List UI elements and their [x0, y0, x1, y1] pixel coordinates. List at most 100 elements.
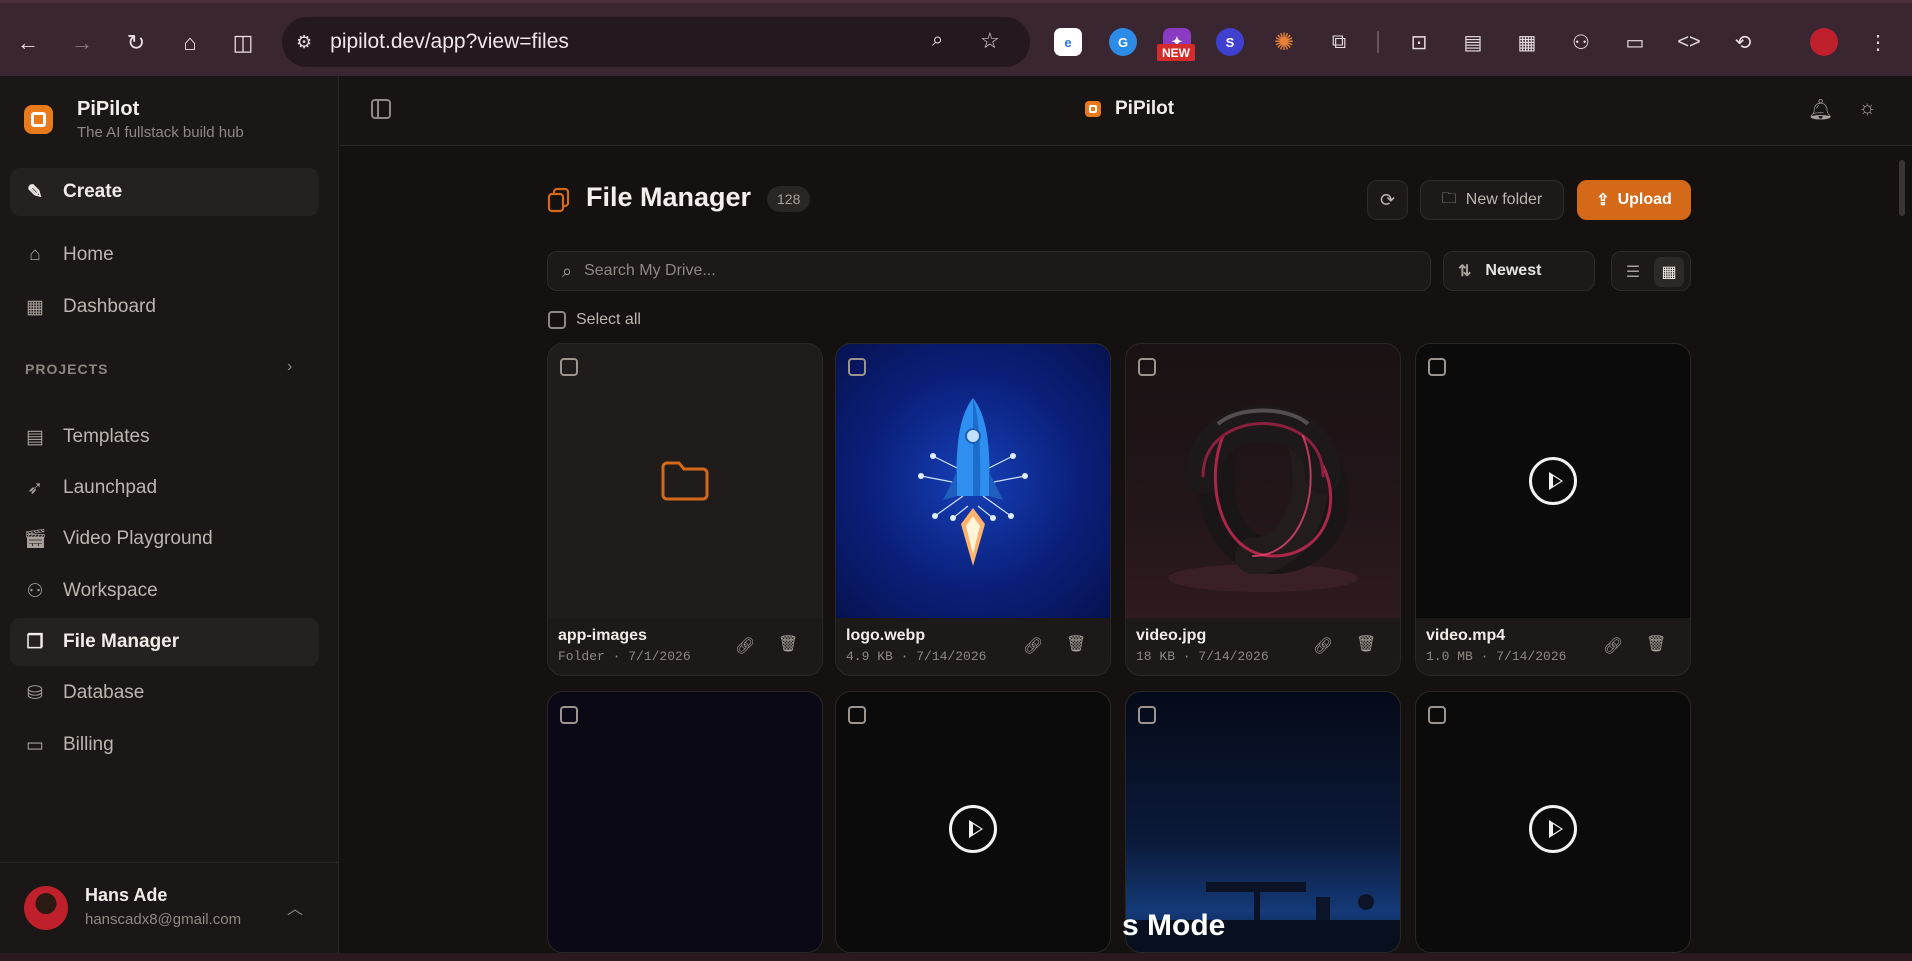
video-thumbnail: [1416, 344, 1690, 618]
upload-label: Upload: [1617, 191, 1672, 208]
play-icon[interactable]: [1529, 457, 1577, 505]
file-checkbox[interactable]: [1138, 358, 1156, 376]
file-card[interactable]: [1415, 691, 1691, 953]
file-meta: video.mp4 1.0 MB · 7/14/2026 🔗︎ 🗑︎: [1416, 618, 1690, 675]
video-thumbnail: [836, 692, 1110, 952]
clapper-icon: 🎬︎: [22, 529, 48, 550]
bookmark-star-icon[interactable]: ☆: [980, 28, 1000, 54]
address-bar[interactable]: ⚙ pipilot.dev/app?view=files ⌕ ☆: [282, 17, 1030, 67]
site-info-icon[interactable]: ⚙: [296, 32, 312, 53]
file-card[interactable]: video.jpg 18 KB · 7/14/2026 🔗︎ 🗑︎: [1125, 343, 1401, 676]
zoom-icon[interactable]: ⌕: [932, 29, 943, 52]
rocket-image: [918, 398, 1028, 566]
sidebar-item-billing[interactable]: ▭ Billing: [10, 721, 319, 769]
file-card[interactable]: [835, 691, 1111, 953]
file-card[interactable]: logo.webp 4.9 KB · 7/14/2026 🔗︎ 🗑︎: [835, 343, 1111, 676]
sidebar-item-launchpad[interactable]: ➶ Launchpad: [10, 464, 319, 512]
link-icon[interactable]: 🔗︎: [1603, 636, 1623, 656]
file-card[interactable]: [547, 691, 823, 953]
sidebar-item-label: Home: [63, 244, 114, 265]
extension-5-icon[interactable]: ✺: [1270, 28, 1298, 56]
sidebar-item-dashboard[interactable]: ▦ Dashboard: [10, 283, 319, 331]
chevron-up-icon[interactable]: ︿: [287, 895, 303, 919]
avatar[interactable]: [24, 886, 68, 930]
file-checkbox[interactable]: [1428, 706, 1446, 724]
link-icon[interactable]: 🔗︎: [735, 636, 755, 656]
screenshot-icon[interactable]: ⊡: [1405, 28, 1433, 56]
file-name: logo.webp: [846, 627, 926, 644]
file-checkbox[interactable]: [560, 358, 578, 376]
new-folder-button[interactable]: 🗀︎ New folder: [1420, 180, 1564, 220]
card-icon: ▭: [26, 734, 44, 756]
file-checkbox[interactable]: [1428, 358, 1446, 376]
extension-4-icon[interactable]: S: [1216, 28, 1244, 56]
scrollbar[interactable]: [1899, 160, 1905, 216]
select-all[interactable]: Select all: [548, 311, 641, 329]
home-icon[interactable]: ⌂: [176, 29, 204, 57]
sidebar-item-database[interactable]: ⛁ Database: [10, 669, 319, 717]
grid-view-icon[interactable]: ▦: [1654, 257, 1684, 287]
file-checkbox[interactable]: [560, 706, 578, 724]
extension-1-icon[interactable]: e: [1054, 28, 1082, 56]
list-view-icon[interactable]: ☰: [1618, 257, 1648, 287]
devtools-icon[interactable]: <>: [1675, 28, 1703, 56]
file-checkbox[interactable]: [848, 706, 866, 724]
new-folder-label: New folder: [1465, 191, 1543, 208]
sidebar-item-label: Billing: [63, 734, 114, 755]
browser-toolbar: ← → ↻ ⌂ ◫ ⚙ pipilot.dev/app?view=files ⌕…: [0, 0, 1912, 76]
sidebar-item-create[interactable]: ✎ Create: [10, 168, 319, 216]
sort-select[interactable]: ⇅ Newest: [1443, 251, 1595, 291]
sort-label: Newest: [1485, 262, 1542, 279]
image-thumbnail: [836, 344, 1110, 618]
sidebar-item-video-playground[interactable]: 🎬︎ Video Playground: [10, 515, 319, 563]
trash-icon[interactable]: 🗑︎: [1646, 634, 1666, 654]
sidebar-item-home[interactable]: ⌂ Home: [10, 231, 319, 279]
device-icon[interactable]: ▭: [1621, 28, 1649, 56]
files-icon: ❐: [26, 631, 44, 653]
file-card[interactable]: video.mp4 1.0 MB · 7/14/2026 🔗︎ 🗑︎: [1415, 343, 1691, 676]
image-thumbnail: [548, 692, 822, 952]
trash-icon[interactable]: 🗑︎: [1066, 634, 1086, 654]
link-icon[interactable]: 🔗︎: [1313, 636, 1333, 656]
qr-code-icon[interactable]: ▦: [1513, 28, 1541, 56]
trash-icon[interactable]: 🗑︎: [778, 634, 798, 654]
upload-button[interactable]: ⇪ Upload: [1577, 180, 1691, 220]
menu-dots-icon[interactable]: ⋮: [1864, 28, 1892, 56]
folder-thumbnail: [548, 344, 822, 618]
extensions-puzzle-icon[interactable]: ⧉: [1325, 28, 1353, 56]
file-count-badge: 128: [767, 186, 811, 212]
theme-sun-icon[interactable]: ☼: [1858, 97, 1876, 120]
refresh-button[interactable]: ⟳: [1367, 180, 1408, 220]
select-all-checkbox[interactable]: [548, 311, 566, 329]
sidebar-item-file-manager[interactable]: ❐ File Manager: [10, 618, 319, 666]
chevron-right-icon[interactable]: ›: [287, 358, 292, 376]
profile-avatar[interactable]: [1810, 28, 1838, 56]
search-input[interactable]: ⌕ Search My Drive...: [547, 251, 1431, 291]
projects-heading: PROJECTS: [25, 361, 109, 377]
forward-icon[interactable]: →: [68, 29, 96, 57]
reading-mode-icon[interactable]: ▤: [1459, 28, 1487, 56]
bell-icon[interactable]: 🔔︎: [1808, 97, 1833, 122]
new-badge: NEW: [1157, 44, 1195, 61]
play-icon[interactable]: [949, 805, 997, 853]
link-icon[interactable]: 🔗︎: [1023, 636, 1043, 656]
url-text: pipilot.dev/app?view=files: [330, 30, 569, 53]
split-view-icon[interactable]: ◫: [229, 29, 257, 57]
trash-icon[interactable]: 🗑︎: [1356, 634, 1376, 654]
file-card[interactable]: app-images Folder · 7/1/2026 🔗︎ 🗑︎: [547, 343, 823, 676]
history-icon[interactable]: ⟲: [1729, 28, 1757, 56]
sidebar-toggle-icon[interactable]: [371, 99, 391, 119]
sidebar-item-workspace[interactable]: ⚇ Workspace: [10, 567, 319, 615]
sidebar-item-label: Dashboard: [63, 296, 156, 317]
back-icon[interactable]: ←: [14, 29, 42, 57]
file-checkbox[interactable]: [848, 358, 866, 376]
incognito-icon[interactable]: ⚇: [1567, 28, 1595, 56]
window-bottom-edge: [0, 953, 1912, 961]
file-info: 18 KB · 7/14/2026: [1136, 649, 1269, 664]
reload-icon[interactable]: ↻: [122, 29, 150, 57]
extension-2-icon[interactable]: G: [1109, 28, 1137, 56]
file-checkbox[interactable]: [1138, 706, 1156, 724]
sidebar-item-templates[interactable]: ▤ Templates: [10, 413, 319, 461]
play-icon[interactable]: [1529, 805, 1577, 853]
file-info: 4.9 KB · 7/14/2026: [846, 649, 987, 664]
